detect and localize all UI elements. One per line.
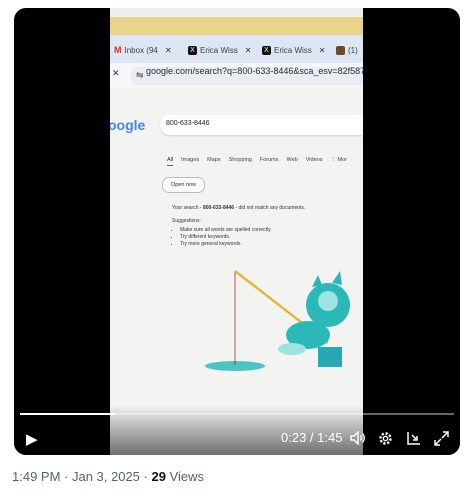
logo-text: oogle <box>110 117 146 133</box>
no-results-suffix: - did not match any documents. <box>234 205 306 211</box>
no-results-message: Your search - 800-633-8446 - did not mat… <box>172 205 362 248</box>
video-player[interactable]: M Inbox (94 ✕ X Erica Wiss ✕ X Erica Wis… <box>14 8 460 455</box>
open-now-chip[interactable]: Open now <box>162 177 206 193</box>
fishing-dinosaur-illustration <box>205 270 350 371</box>
tab-maps[interactable]: Maps <box>207 157 220 166</box>
favicon-icon <box>336 45 345 55</box>
search-results-page: oogle 800-633-8446 All Images Maps Shopp… <box>110 89 363 455</box>
search-query-text: 800-633-8446 <box>166 120 210 127</box>
google-logo[interactable]: oogle <box>110 117 145 133</box>
x-logo-icon: X <box>188 45 197 55</box>
no-results-line: Your search - 800-633-8446 - did not mat… <box>172 205 362 212</box>
list-item: Make sure all words are spelled correctl… <box>180 227 362 234</box>
tab-shopping[interactable]: Shopping <box>229 157 252 166</box>
no-results-prefix: Your search - <box>172 205 203 211</box>
progress-fill <box>20 413 116 415</box>
fullscreen-icon[interactable] <box>434 431 449 446</box>
gmail-icon: M <box>114 45 122 55</box>
video-frame: M Inbox (94 ✕ X Erica Wiss ✕ X Erica Wis… <box>110 8 363 455</box>
tab-all[interactable]: All <box>167 157 174 166</box>
playback-time: 0:23 / 1:45 <box>281 430 343 445</box>
x-logo-icon: X <box>262 45 271 55</box>
browser-tab[interactable]: M Inbox (94 ✕ <box>114 40 172 60</box>
close-icon[interactable]: ✕ <box>112 68 120 79</box>
volume-icon[interactable] <box>350 431 366 445</box>
list-item: Try more general keywords. <box>180 241 362 248</box>
tab-forums[interactable]: Forums <box>260 157 279 166</box>
search-nav-tabs: All Images Maps Shopping Forums Web Vide… <box>167 157 347 166</box>
tab-videos[interactable]: Videos <box>306 157 323 166</box>
views-label: Views <box>165 469 204 484</box>
views-count: 29 <box>151 469 166 484</box>
browser-tab[interactable]: X Erica Wiss ✕ <box>262 40 325 60</box>
no-results-query: 800-633-8446 <box>202 205 235 211</box>
tab-label: Erica Wiss <box>200 45 238 55</box>
post-timestamp[interactable]: 1:49 PM · Jan 3, 2025 · <box>12 469 151 484</box>
play-icon[interactable]: ▶ <box>26 430 38 448</box>
picture-in-picture-icon[interactable] <box>406 431 422 446</box>
close-icon[interactable]: ✕ <box>165 46 172 55</box>
list-item: Try different keywords. <box>180 234 362 241</box>
tab-images[interactable]: Images <box>181 157 199 166</box>
browser-tab[interactable]: (1) <box>336 40 358 60</box>
tab-label: Inbox (94 <box>124 45 158 55</box>
browser-tab-bar: M Inbox (94 ✕ X Erica Wiss ✕ X Erica Wis… <box>110 35 363 63</box>
tab-more[interactable]: ⋮ Mor <box>330 157 347 166</box>
url-text: google.com/search?q=800-633-8446&sca_esv… <box>146 66 363 76</box>
site-settings-icon[interactable]: ⇋ <box>136 70 144 81</box>
tab-web[interactable]: Web <box>287 157 298 166</box>
tab-label: (1) <box>348 45 358 55</box>
address-bar: ✕ ⇋ google.com/search?q=800-633-8446&sca… <box>110 63 363 89</box>
progress-bar[interactable] <box>20 413 454 415</box>
post-meta: 1:49 PM · Jan 3, 2025 · 29 Views <box>12 469 204 484</box>
suggestions-title: Suggestions: <box>172 218 201 224</box>
suggestions-list: Make sure all words are spelled correctl… <box>172 227 362 248</box>
search-input[interactable]: 800-633-8446 <box>160 115 363 135</box>
browser-tab[interactable]: X Erica Wiss ✕ <box>188 40 251 60</box>
close-icon[interactable]: ✕ <box>245 46 252 55</box>
window-top-strip <box>110 17 363 35</box>
settings-gear-icon[interactable] <box>378 431 393 446</box>
close-icon[interactable]: ✕ <box>319 46 326 55</box>
tab-label: Erica Wiss <box>274 45 312 55</box>
